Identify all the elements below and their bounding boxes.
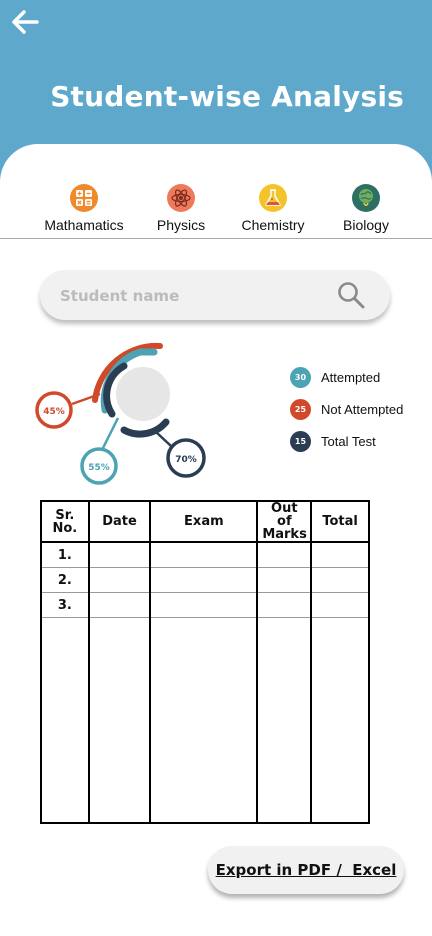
col-out-of-marks-label: Out of Marks (262, 501, 307, 542)
legend-count-badge: 25 (290, 398, 311, 420)
connector-70 (155, 431, 172, 447)
cell-date (87, 592, 152, 618)
export-button-label: Export in PDF / Excel (215, 861, 397, 879)
tab-label: Biology (343, 217, 389, 233)
table-row: 1. (40, 542, 370, 568)
label-55: 55% (88, 463, 110, 473)
student-name-input[interactable] (58, 270, 332, 322)
legend-label: Not Attempted (321, 401, 404, 417)
legend-count-badge: 15 (290, 430, 311, 452)
cell-date (87, 567, 152, 593)
cell-date (87, 542, 152, 568)
cell-exam (149, 542, 259, 568)
legend-not-attempted: 25 Not Attempted (290, 398, 403, 420)
flask-icon (259, 184, 287, 212)
col-sr-no: Sr. No. (40, 500, 90, 543)
cell-out-of (256, 542, 313, 568)
table-row: 3. (40, 592, 370, 618)
tab-label: Chemistry (241, 217, 305, 233)
tab-label: Mathamatics (44, 217, 124, 233)
search-icon[interactable] (336, 280, 366, 310)
cell-total (310, 567, 370, 593)
col-exam: Exam (149, 500, 259, 543)
brain-icon (352, 184, 380, 212)
table-empty-area (40, 617, 370, 823)
label-45: 45% (43, 407, 65, 417)
atom-icon (167, 184, 195, 212)
tab-physics[interactable]: Physics (150, 184, 212, 233)
calculator-icon (70, 184, 98, 212)
results-table: Sr. No. Date Exam Out of Marks Total 1. … (40, 500, 370, 824)
tab-label: Physics (156, 217, 206, 233)
legend-label: Attempted (321, 369, 381, 385)
export-pdf-excel-button[interactable]: Export in PDF / Excel (208, 846, 404, 894)
cell-sr: 3. (40, 592, 90, 618)
col-date: Date (87, 500, 152, 543)
chart-legend: 30 Attempted 25 Not Attempted 15 Total T… (290, 366, 403, 462)
tab-biology[interactable]: Biology (334, 184, 398, 233)
cell-exam (149, 592, 259, 618)
table-row: 2. (40, 567, 370, 593)
cell-out-of (256, 592, 313, 618)
col-total: Total (310, 500, 370, 543)
progress-donut-chart: 45% 55% 70% (35, 342, 206, 485)
back-arrow-icon[interactable] (10, 8, 40, 36)
tab-chemistry[interactable]: Chemistry (236, 184, 310, 233)
legend-total-test: 15 Total Test (290, 430, 403, 452)
legend-attempted: 30 Attempted (290, 366, 403, 388)
cell-exam (149, 567, 259, 593)
subject-tabs: Mathamatics Physics Chemistry Biology (0, 184, 432, 239)
cell-sr: 2. (40, 567, 90, 593)
legend-label: Total Test (321, 433, 376, 449)
cell-total (310, 592, 370, 618)
table-header-row: Sr. No. Date Exam Out of Marks Total (40, 500, 370, 543)
legend-count-badge: 30 (290, 366, 311, 388)
col-out-of-marks: Out of Marks (256, 500, 313, 543)
cell-out-of (256, 567, 313, 593)
tab-mathematics[interactable]: Mathamatics (42, 184, 126, 233)
connector-55 (100, 417, 120, 451)
page-title: Student-wise Analysis (50, 80, 404, 113)
donut-center (116, 367, 170, 421)
student-search-box (40, 270, 390, 322)
label-70: 70% (175, 455, 197, 465)
cell-sr: 1. (40, 542, 90, 568)
cell-total (310, 542, 370, 568)
